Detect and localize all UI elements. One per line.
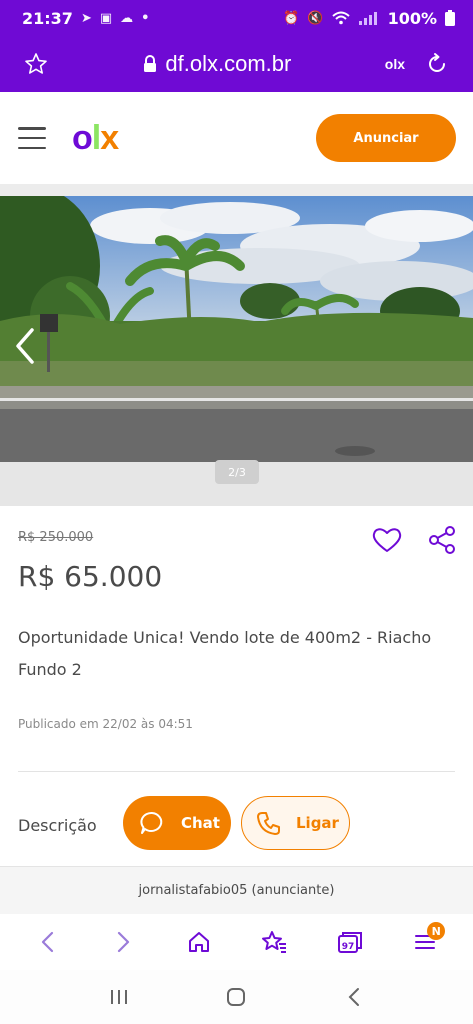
address-field[interactable]: df.olx.com.br [50, 51, 385, 77]
chat-button[interactable]: Chat [123, 796, 231, 850]
chat-bubble-icon [140, 812, 163, 834]
seller-role: (anunciante) [251, 883, 335, 898]
wifi-icon [331, 11, 350, 25]
battery-icon [445, 10, 455, 26]
phone-icon [257, 812, 280, 835]
anunciar-button[interactable]: Anunciar [316, 114, 456, 162]
site-badge[interactable]: olx [385, 56, 405, 72]
section-divider [0, 184, 473, 196]
tabs-count: 97 [341, 942, 354, 952]
home-icon[interactable] [179, 922, 219, 962]
favorite-heart-icon[interactable] [372, 526, 402, 554]
photo-counter: 2/3 [215, 460, 259, 484]
status-left: 21:37 ➤ ▣ ☁ • [22, 9, 149, 28]
telegram-icon: ➤ [80, 10, 92, 26]
site-header: olx Anunciar [0, 92, 473, 184]
cloud-icon: ☁ [120, 10, 134, 26]
battery-percent: 100% [387, 8, 437, 28]
old-price: R$ 250.000 [18, 530, 94, 545]
bookmark-star-icon[interactable] [22, 50, 50, 78]
bookmarks-icon[interactable] [254, 922, 294, 962]
seller-bar[interactable]: jornalistafabio05 (anunciante) [0, 866, 473, 914]
olx-logo[interactable]: olx [72, 119, 119, 158]
status-bar: 21:37 ➤ ▣ ☁ • ⏰ 🔇 100% [0, 0, 473, 36]
signal-icon [358, 12, 377, 25]
alarm-icon: ⏰ [283, 10, 300, 26]
listing-photo[interactable] [0, 196, 473, 462]
menu-icon[interactable] [18, 127, 46, 149]
image-icon: ▣ [99, 10, 113, 26]
tabs-icon[interactable]: 97 [330, 922, 370, 962]
forward-icon[interactable] [103, 922, 143, 962]
browser-menu-icon[interactable]: N [405, 922, 446, 962]
description-heading: Descrição [18, 816, 97, 835]
system-nav-bar [0, 970, 473, 1024]
system-back-icon[interactable] [334, 977, 374, 1017]
seller-name: jornalistafabio05 [138, 883, 248, 898]
system-home-icon[interactable] [216, 977, 256, 1017]
status-time: 21:37 [22, 8, 73, 28]
chat-label: Chat [181, 814, 220, 832]
lock-icon [144, 55, 157, 72]
call-button[interactable]: Ligar [241, 796, 350, 850]
image-gallery: 2/3 [0, 196, 473, 506]
dot-icon: • [141, 10, 150, 26]
status-right: ⏰ 🔇 100% [283, 9, 455, 28]
previous-photo-icon[interactable] [10, 326, 40, 366]
price: R$ 65.000 [18, 560, 163, 593]
notification-badge: N [427, 922, 446, 940]
call-label: Ligar [296, 814, 339, 832]
ad-title: Oportunidade Unica! Vendo lote de 400m2 … [18, 628, 432, 679]
url-text: df.olx.com.br [165, 51, 292, 76]
browser-bottom-nav: 97 N [0, 914, 473, 970]
mute-icon: 🔇 [307, 10, 324, 26]
reload-icon[interactable] [423, 50, 451, 78]
divider [18, 771, 455, 772]
share-icon[interactable] [428, 525, 456, 555]
back-icon[interactable] [28, 922, 68, 962]
browser-chrome: 21:37 ➤ ▣ ☁ • ⏰ 🔇 100% df.olx.com.br olx [0, 0, 473, 92]
recent-apps-icon[interactable] [99, 977, 139, 1017]
published-date: Publicado em 22/02 às 04:51 [18, 717, 193, 731]
url-bar: df.olx.com.br olx [0, 36, 473, 92]
